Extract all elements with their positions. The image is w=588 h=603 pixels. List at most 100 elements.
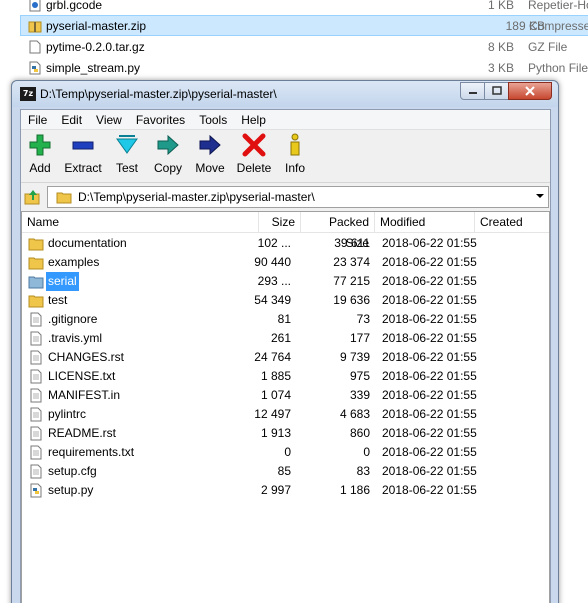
menu-file[interactable]: File (21, 110, 54, 130)
file-row[interactable]: MANIFEST.in 1 074 339 2018-06-22 01:55 (22, 386, 549, 405)
file-packed-size: 177 (349, 331, 370, 345)
file-packed-size: 39 611 (334, 236, 370, 250)
file-icon (30, 331, 42, 346)
column-name[interactable]: Name (22, 212, 259, 233)
bg-file-row[interactable]: simple_stream.py 3 KB Python File (0, 57, 588, 78)
path-combobox[interactable]: D:\Temp\pyserial-master.zip\pyserial-mas… (47, 186, 549, 208)
file-row[interactable]: setup.py 2 997 1 186 2018-06-22 01:55 (22, 481, 549, 500)
file-row[interactable]: .gitignore 81 73 2018-06-22 01:55 (22, 310, 549, 329)
gcode-file-icon (29, 0, 41, 11)
caption-buttons (460, 82, 552, 100)
file-packed-size: 1 186 (339, 483, 370, 497)
up-folder-button[interactable] (23, 187, 43, 207)
file-row[interactable]: requirements.txt 0 0 2018-06-22 01:55 (22, 443, 549, 462)
column-modified[interactable]: Modified (375, 212, 475, 233)
toolbar: Add Extract Test Copy Move Delete Info (21, 131, 550, 183)
title-bar[interactable]: 7z D:\Temp\pyserial-master.zip\pyserial-… (12, 81, 558, 107)
menu-edit[interactable]: Edit (54, 110, 89, 130)
file-icon (30, 407, 42, 422)
bg-file-type: Repetier-Ho (528, 0, 588, 12)
maximize-button[interactable] (484, 82, 509, 100)
file-row[interactable]: CHANGES.rst 24 764 9 739 2018-06-22 01:55 (22, 348, 549, 367)
sevenzip-window: 7z D:\Temp\pyserial-master.zip\pyserial-… (11, 80, 559, 603)
file-row[interactable]: setup.cfg 85 83 2018-06-22 01:55 (22, 462, 549, 481)
minimize-button[interactable] (460, 82, 485, 100)
copy-icon (157, 134, 179, 156)
test-label: Test (115, 161, 138, 175)
bg-file-name: grbl.gcode (46, 0, 103, 12)
add-label: Add (29, 161, 51, 175)
up-folder-icon (24, 190, 40, 205)
delete-button[interactable]: Delete (231, 131, 277, 182)
list-header: Name Size Packed Size Modified Created (22, 212, 549, 250)
menu-tools[interactable]: Tools (192, 110, 234, 130)
file-icon (30, 369, 42, 384)
file-modified: 2018-06-22 01:55 (382, 255, 477, 269)
file-row[interactable]: LICENSE.txt 1 885 975 2018-06-22 01:55 (22, 367, 549, 386)
file-modified: 2018-06-22 01:55 (382, 407, 477, 421)
file-size: 0 (284, 445, 291, 459)
bg-file-name: pytime-0.2.0.tar.gz (46, 39, 145, 54)
file-modified: 2018-06-22 01:55 (382, 274, 477, 288)
extract-button[interactable]: Extract (59, 131, 107, 182)
info-label: Info (284, 161, 305, 175)
file-packed-size: 23 374 (333, 255, 370, 269)
window-title: D:\Temp\pyserial-master.zip\pyserial-mas… (40, 87, 277, 101)
file-size: 85 (277, 464, 291, 478)
file-size: 102 ... (257, 236, 291, 250)
file-row[interactable]: .travis.yml 261 177 2018-06-22 01:55 (22, 329, 549, 348)
file-row[interactable]: examples 90 440 23 374 2018-06-22 01:55 (22, 253, 549, 272)
column-created[interactable]: Created (475, 212, 549, 233)
file-icon (30, 388, 42, 403)
file-name: serial (46, 272, 79, 291)
file-packed-size: 4 683 (339, 407, 370, 421)
column-packed-size[interactable]: Packed Size (301, 212, 375, 250)
sevenzip-app-icon[interactable]: 7z (20, 87, 36, 101)
file-name: pylintrc (48, 407, 87, 421)
bg-file-type: Python File (528, 60, 588, 75)
window-client: File Edit View Favorites Tools Help Add … (20, 109, 551, 603)
add-button[interactable]: Add (21, 131, 59, 182)
file-size: 1 885 (260, 369, 291, 383)
move-button[interactable]: Move (189, 131, 231, 182)
bg-file-row[interactable]: grbl.gcode 1 KB Repetier-Ho (0, 0, 588, 15)
chevron-down-icon[interactable] (536, 194, 544, 198)
menu-bar: File Edit View Favorites Tools Help (21, 110, 550, 130)
close-button[interactable] (508, 82, 552, 100)
file-row[interactable]: test 54 349 19 636 2018-06-22 01:55 (22, 291, 549, 310)
file-name: .gitignore (48, 312, 98, 326)
bg-file-row[interactable]: pytime-0.2.0.tar.gz 8 KB GZ File (0, 36, 588, 57)
bg-file-name: simple_stream.py (46, 60, 141, 75)
file-modified: 2018-06-22 01:55 (382, 369, 477, 383)
file-size: 293 ... (257, 274, 291, 288)
bg-file-name: pyserial-master.zip (46, 18, 147, 33)
info-button[interactable]: Info (277, 131, 313, 182)
file-row[interactable]: pylintrc 12 497 4 683 2018-06-22 01:55 (22, 405, 549, 424)
file-list[interactable]: Name Size Packed Size Modified Created d… (21, 211, 550, 603)
file-size: 81 (277, 312, 291, 326)
menu-view[interactable]: View (89, 110, 129, 130)
file-row[interactable]: README.rst 1 913 860 2018-06-22 01:55 (22, 424, 549, 443)
file-row[interactable]: serial 293 ... 77 215 2018-06-22 01:55 (22, 272, 549, 291)
file-packed-size: 0 (363, 445, 370, 459)
file-modified: 2018-06-22 01:55 (382, 388, 477, 402)
menu-favorites[interactable]: Favorites (129, 110, 192, 130)
file-packed-size: 83 (356, 464, 370, 478)
file-packed-size: 339 (349, 388, 370, 402)
file-icon (30, 445, 42, 460)
file-row[interactable]: documentation 102 ... 39 611 2018-06-22 01:… (22, 234, 549, 253)
file-icon (29, 40, 41, 53)
copy-button[interactable]: Copy (147, 131, 189, 182)
file-icon (30, 312, 42, 327)
file-modified: 2018-06-22 01:55 (382, 464, 477, 478)
menu-help[interactable]: Help (234, 110, 273, 130)
delete-icon (242, 133, 266, 157)
folder-icon (56, 192, 72, 204)
file-modified: 2018-06-22 01:55 (382, 350, 477, 364)
file-name: setup.cfg (48, 464, 97, 478)
test-button[interactable]: Test (107, 131, 147, 182)
column-size[interactable]: Size (259, 212, 301, 233)
bg-file-row[interactable]: pyserial-master.zip 189 KB Compresse (20, 15, 588, 36)
file-size: 1 913 (260, 426, 291, 440)
file-icon (30, 464, 42, 479)
